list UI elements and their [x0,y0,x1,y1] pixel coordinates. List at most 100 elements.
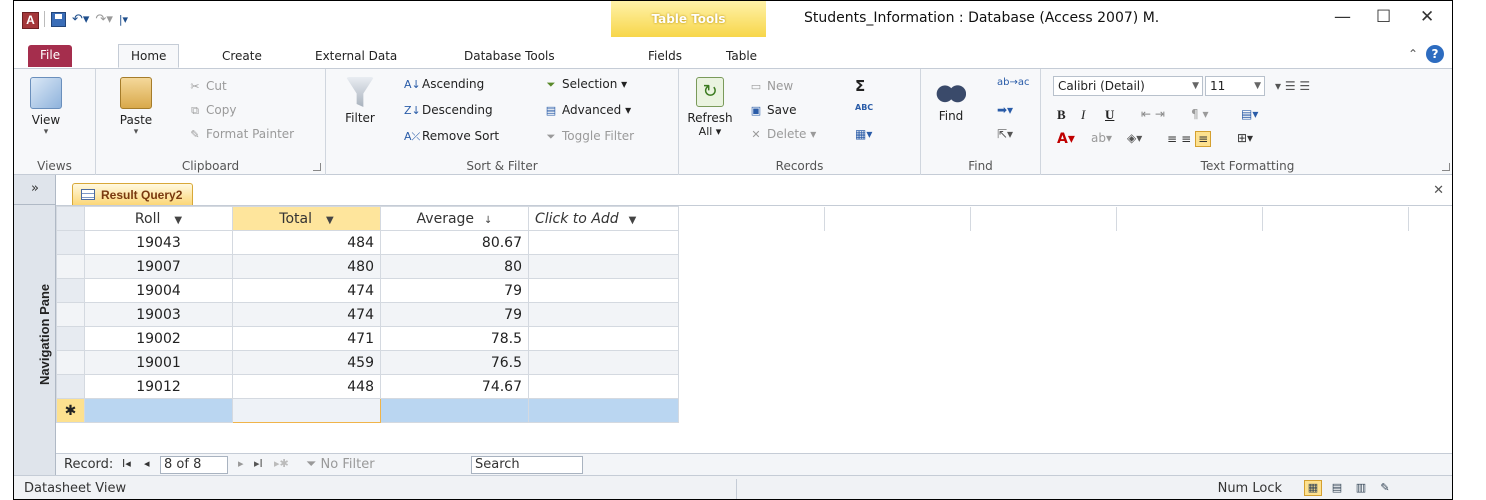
row-selector[interactable] [56,230,85,255]
undo-icon[interactable]: ↶▾ [72,12,89,27]
maximize-button[interactable]: ☐ [1376,7,1391,27]
list-buttons[interactable]: ▾ ☰ ☰ [1275,79,1310,93]
first-record-button[interactable]: I◂ [122,457,131,470]
cell-roll[interactable]: 19002 [84,326,233,351]
access-logo-icon[interactable]: A [22,12,39,29]
pivot-chart-view-icon[interactable]: ▥ [1352,480,1370,496]
search-input[interactable]: Search [471,456,583,474]
close-button[interactable]: ✕ [1420,7,1434,27]
select-all-corner[interactable] [56,206,85,231]
chevron-down-icon[interactable]: ▼ [629,215,637,226]
help-icon[interactable]: ? [1426,45,1444,63]
design-view-icon[interactable]: ✎ [1376,480,1394,496]
next-record-button[interactable]: ▸ [238,457,244,470]
font-size-select[interactable]: 11 ▼ [1205,76,1265,96]
find-button[interactable]: Find [931,77,971,123]
cell-empty[interactable] [528,254,679,279]
cell-total[interactable]: 474 [232,278,381,303]
more-records-button[interactable]: ▦▾ [855,127,872,141]
close-document-icon[interactable]: ✕ [1433,183,1444,198]
chevron-down-icon[interactable]: ▼ [174,215,182,226]
cell-roll[interactable]: 19012 [84,374,233,399]
minimize-button[interactable]: — [1334,7,1351,27]
select-button[interactable]: ⇱▾ [997,127,1013,141]
row-selector[interactable] [56,374,85,399]
chevron-down-icon[interactable]: ▼ [326,215,334,226]
refresh-all-button[interactable]: ↻ Refresh All ▾ [687,77,733,138]
paragraph-direction-button[interactable]: ¶ ▾ [1191,107,1208,121]
pivot-table-view-icon[interactable]: ▤ [1328,480,1346,496]
cell-empty[interactable] [528,230,679,255]
tab-file[interactable]: File [28,45,73,67]
text-formatting-launcher-icon[interactable] [1442,163,1450,171]
cell-roll-new[interactable] [84,398,233,423]
tab-fields[interactable]: Fields [636,45,694,69]
replace-button[interactable]: ab→ac [997,77,1029,88]
cell-average[interactable]: 78.5 [380,326,529,351]
no-filter-button[interactable]: ⏷ No Filter [306,457,375,472]
highlight-button[interactable]: ab▾ [1091,131,1112,145]
row-selector[interactable] [56,278,85,303]
cell-total[interactable]: 484 [232,230,381,255]
cell-average[interactable]: 80.67 [380,230,529,255]
cell-empty[interactable] [528,350,679,375]
column-header-click-to-add[interactable]: Click to Add ▼ [528,206,679,231]
cell-average[interactable]: 76.5 [380,350,529,375]
cell-average[interactable]: 79 [380,278,529,303]
tab-database-tools[interactable]: Database Tools [452,45,567,69]
redo-icon[interactable]: ↷▾ [95,12,112,27]
cell-roll[interactable]: 19003 [84,302,233,327]
cell-roll[interactable]: 19001 [84,350,233,375]
row-selector[interactable] [56,254,85,279]
view-button[interactable]: View ▾ [26,77,66,137]
current-record-input[interactable]: 8 of 8 [160,456,228,474]
cell-empty[interactable] [528,326,679,351]
selection-button[interactable]: ⏷ Selection ▾ [544,77,628,91]
cell-total[interactable]: 459 [232,350,381,375]
row-selector[interactable] [56,326,85,351]
sort-descending-icon[interactable]: ↓ [484,215,492,226]
tab-home[interactable]: Home [118,44,180,68]
copy-button[interactable]: ⧉ Copy [188,103,236,117]
underline-button[interactable]: U [1105,107,1114,123]
tab-table[interactable]: Table [714,45,769,69]
font-color-button[interactable]: A▾ [1057,131,1075,147]
font-name-select[interactable]: Calibri (Detail) ▼ [1053,76,1203,96]
column-header-total[interactable]: Total ▼ [232,206,381,231]
cell-total[interactable]: 448 [232,374,381,399]
indent-buttons[interactable]: ⇤ ⇥ [1141,107,1165,121]
cell-total[interactable]: 480 [232,254,381,279]
descending-button[interactable]: Z↓ Descending [404,103,493,117]
advanced-button[interactable]: ▤ Advanced ▾ [544,103,631,117]
spelling-button[interactable]: ABC [855,103,873,112]
nav-pane-toggle[interactable]: » [14,175,56,205]
cell-total[interactable]: 474 [232,302,381,327]
toggle-filter-button[interactable]: ⏷ Toggle Filter [544,129,635,143]
bold-button[interactable]: B [1057,107,1066,123]
row-selector[interactable] [56,350,85,375]
format-painter-button[interactable]: ✎ Format Painter [188,127,294,141]
filter-button[interactable]: Filter [340,77,380,125]
datasheet-view-icon[interactable]: ▦ [1304,480,1322,496]
fill-color-button[interactable]: ◈▾ [1127,131,1142,145]
delete-record-button[interactable]: ✕ Delete ▾ [749,127,816,141]
row-selector[interactable] [56,302,85,327]
column-header-average[interactable]: Average ↓ [380,206,529,231]
navigation-pane[interactable]: » Navigation Pane [14,175,56,475]
cell-average[interactable]: 79 [380,302,529,327]
remove-sort-button[interactable]: A⤫ Remove Sort [404,129,499,143]
new-record-marker-icon[interactable]: ✱ [56,398,85,423]
cell-average[interactable]: 74.67 [380,374,529,399]
document-tab-result-query2[interactable]: Result Query2 [72,183,194,205]
totals-button[interactable]: Σ [855,77,865,95]
cell-total-new-active[interactable] [232,398,381,423]
cell-total[interactable]: 471 [232,326,381,351]
ascending-button[interactable]: A↓ Ascending [404,77,484,91]
cell-average[interactable]: 80 [380,254,529,279]
clipboard-launcher-icon[interactable] [313,163,321,171]
tab-create[interactable]: Create [210,45,274,69]
cell-empty[interactable] [528,302,679,327]
goto-button[interactable]: ➡▾ [997,103,1013,117]
cut-button[interactable]: ✂ Cut [188,79,226,93]
cell-roll[interactable]: 19043 [84,230,233,255]
